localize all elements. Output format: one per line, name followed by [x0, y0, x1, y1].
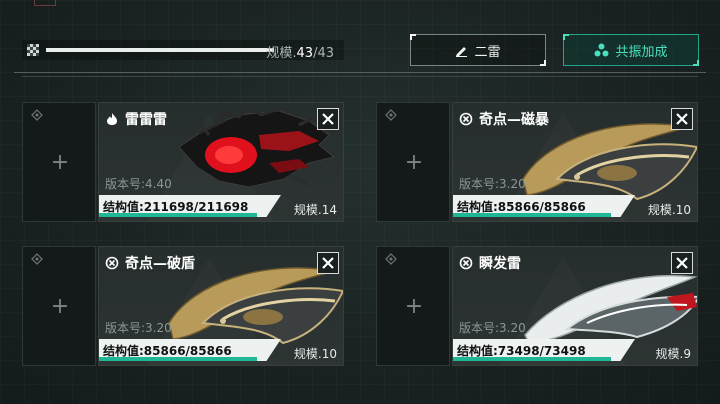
structure-bar: 结构值:85866/85866 — [99, 339, 281, 361]
slot-emblem-icon — [385, 109, 397, 121]
remove-ship-button[interactable] — [317, 252, 339, 274]
ship-name-label: 雷雷雷 — [125, 112, 167, 128]
version-label: 版本号:3.20 — [459, 321, 526, 335]
add-module-icon[interactable]: + — [404, 152, 424, 174]
ship-name: 奇点—磁暴 — [459, 109, 549, 129]
pencil-icon — [456, 46, 468, 57]
ship-card[interactable]: + 雷雷雷 版本号:4.40 结构值:211698/211698 规模.14 — [22, 102, 344, 222]
slot-emblem-icon — [31, 253, 43, 265]
capacity-icon — [27, 44, 39, 56]
capacity-text: 规模.43/43 — [266, 46, 334, 61]
ship-name-label: 奇点—破盾 — [125, 256, 195, 272]
close-icon — [676, 113, 688, 125]
remove-ship-button[interactable] — [317, 108, 339, 130]
structure-fill — [99, 213, 257, 217]
module-slot[interactable]: + — [376, 102, 450, 222]
ship-scale: 规模.10 — [647, 203, 691, 217]
ship-scale: 规模.9 — [655, 347, 691, 361]
ship-panel[interactable]: 奇点—磁暴 版本号:3.20 结构值:85866/85866 规模.10 — [452, 102, 698, 222]
ship-panel[interactable]: 雷雷雷 版本号:4.40 结构值:211698/211698 规模.14 — [98, 102, 344, 222]
ship-scale: 规模.10 — [293, 347, 337, 361]
structure-bar: 结构值:211698/211698 — [99, 195, 281, 217]
ship-name: 奇点—破盾 — [105, 253, 195, 273]
ship-panel[interactable]: 奇点—破盾 版本号:3.20 结构值:85866/85866 规模.10 — [98, 246, 344, 366]
slot-emblem-icon — [31, 109, 43, 121]
structure-fill — [99, 357, 257, 361]
module-slot[interactable]: + — [22, 246, 96, 366]
version-label: 版本号:4.40 — [105, 177, 172, 191]
remove-ship-button[interactable] — [671, 108, 693, 130]
target-icon — [459, 256, 473, 270]
module-slot[interactable]: + — [22, 102, 96, 222]
capacity-track — [46, 48, 274, 52]
ship-name: 瞬发雷 — [459, 253, 521, 273]
header-divider-secondary — [22, 76, 698, 77]
resonance-bonus-button[interactable]: 共振加成 — [563, 34, 699, 66]
ship-scale: 规模.14 — [293, 203, 337, 217]
close-icon — [676, 257, 688, 269]
rename-button[interactable]: 二雷 — [410, 34, 546, 66]
slot-emblem-icon — [385, 253, 397, 265]
module-slot[interactable]: + — [376, 246, 450, 366]
ship-panel[interactable]: 瞬发雷 版本号:3.20 结构值:73498/73498 规模.9 — [452, 246, 698, 366]
version-label: 版本号:3.20 — [105, 321, 172, 335]
add-module-icon[interactable]: + — [50, 296, 70, 318]
ship-card[interactable]: + 奇点—破盾 版本号:3.20 结构值:85866/85866 规模.10 — [22, 246, 344, 366]
structure-fill — [453, 357, 611, 361]
ship-name-label: 奇点—磁暴 — [479, 112, 549, 128]
remove-ship-button[interactable] — [671, 252, 693, 274]
add-module-icon[interactable]: + — [50, 152, 70, 174]
structure-bar: 结构值:73498/73498 — [453, 339, 635, 361]
close-icon — [322, 113, 334, 125]
header-divider — [14, 72, 706, 73]
rename-label: 二雷 — [474, 44, 501, 60]
structure-bar: 结构值:85866/85866 — [453, 195, 635, 217]
add-module-icon[interactable]: + — [404, 296, 424, 318]
capacity-bar: 规模.43/43 — [22, 40, 344, 61]
cluster-icon — [594, 43, 609, 56]
flame-icon — [105, 112, 119, 126]
capacity-fill — [46, 48, 274, 52]
target-icon — [105, 256, 119, 270]
close-icon — [322, 257, 334, 269]
target-icon — [459, 112, 473, 126]
ship-name: 雷雷雷 — [105, 109, 167, 129]
ship-red-dreadnought-image — [178, 105, 336, 188]
top-tab-marker — [34, 0, 56, 6]
resonance-label: 共振加成 — [615, 44, 668, 60]
ship-card[interactable]: + 瞬发雷 版本号:3.20 结构值:73498/73498 规模.9 — [376, 246, 698, 366]
ship-name-label: 瞬发雷 — [479, 256, 521, 272]
version-label: 版本号:3.20 — [459, 177, 526, 191]
ship-card[interactable]: + 奇点—磁暴 版本号:3.20 结构值:85866/85866 规模.10 — [376, 102, 698, 222]
structure-fill — [453, 213, 611, 217]
